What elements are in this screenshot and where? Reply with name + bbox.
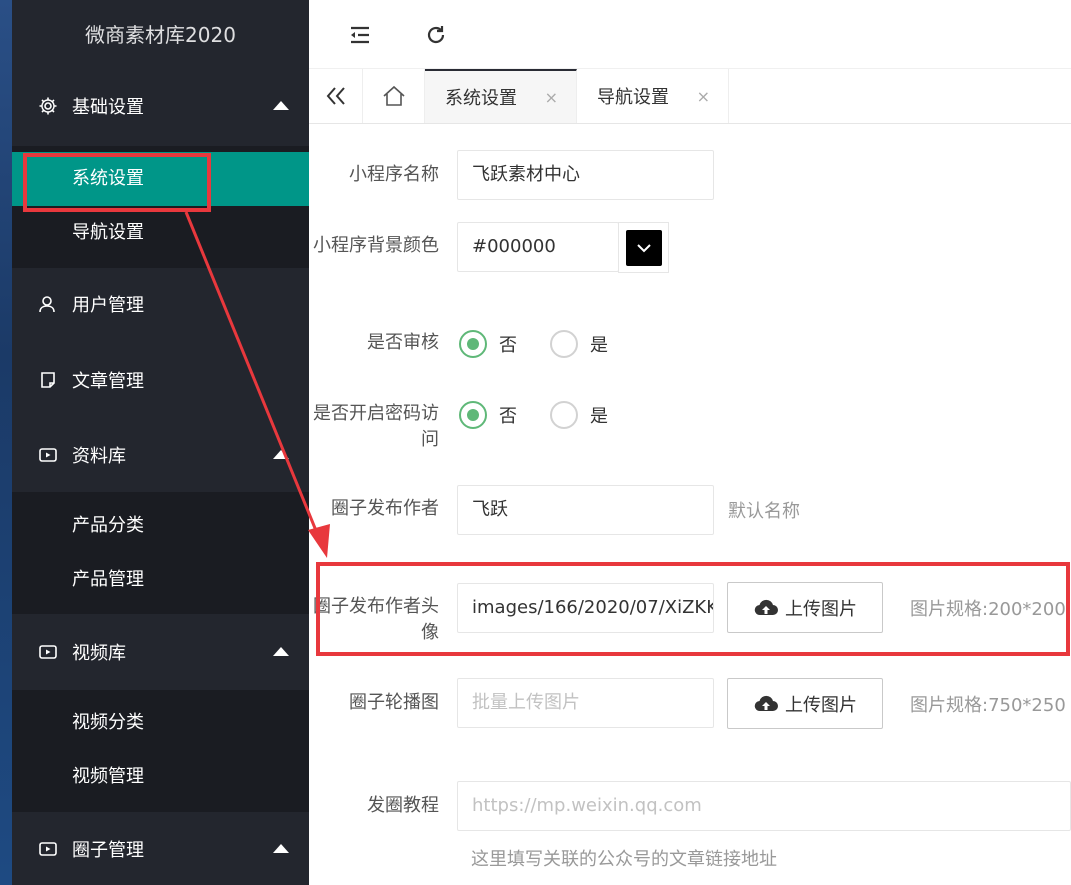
author-label: 圈子发布作者 [331,498,439,519]
sidebar-group-label: 圈子管理 [72,840,144,861]
cloud-upload-icon [753,694,779,714]
close-icon[interactable]: × [545,88,558,107]
sidebar-item-nav-settings[interactable]: 导航设置 [12,206,309,260]
color-picker-button[interactable] [618,222,669,273]
tab-system-settings[interactable]: 系统设置 × [425,69,577,123]
play-icon [38,642,58,662]
sidebar-group-material-library[interactable]: 资料库 [12,427,309,483]
play-icon [38,445,58,465]
sidebar-item-system-settings[interactable]: 系统设置 [12,152,309,206]
author-avatar-label: 圈子发布作者头像 [313,596,439,643]
app-name-input[interactable]: 飞跃素材中心 [457,150,714,200]
tutorial-hint: 这里填写关联的公众号的文章链接地址 [471,849,777,870]
carousel-input[interactable]: 批量上传图片 [457,678,714,728]
sidebar-group-label: 文章管理 [72,371,144,392]
avatar-upload-button[interactable]: 上传图片 [727,582,883,633]
sidebar: 微商素材库2020 基础设置 系统设置 导航设置 用户管理 文章管理 资料库 产… [12,0,309,885]
double-chevron-left-icon[interactable] [309,69,363,123]
author-input[interactable]: 飞跃 [457,485,714,535]
carousel-upload-button[interactable]: 上传图片 [727,678,883,729]
caret-up-icon [273,844,289,853]
bg-color-input[interactable]: #000000 [457,222,619,272]
radio-circle [550,330,578,358]
app-name-label: 小程序名称 [349,164,439,185]
sidebar-item-video-management[interactable]: 视频管理 [12,750,309,804]
sidebar-item-product-management[interactable]: 产品管理 [12,553,309,607]
radio-label: 否 [499,406,517,427]
carousel-size-hint: 图片规格:750*250 [910,695,1066,716]
sidebar-group-video-library[interactable]: 视频库 [12,624,309,680]
avatar-size-hint: 图片规格:200*200 [910,599,1066,620]
review-label: 是否审核 [367,332,439,353]
sidebar-item-product-category[interactable]: 产品分类 [12,499,309,553]
caret-up-icon [273,101,289,110]
radio-label: 是 [590,335,608,356]
sidebar-group-label: 基础设置 [72,97,144,118]
article-icon [38,370,58,390]
sidebar-group-circle-management[interactable]: 圈子管理 [12,821,309,877]
home-icon[interactable] [363,69,425,123]
author-avatar-input[interactable]: images/166/2020/07/XiZKK5 [457,583,714,633]
radio-circle [550,401,578,429]
menu-fold-icon[interactable] [347,22,373,48]
tab-bar: 系统设置 × 导航设置 × [309,69,1071,124]
tutorial-label: 发圈教程 [367,795,439,816]
sidebar-submenu-material: 产品分类 产品管理 [12,492,309,614]
user-icon [38,294,58,314]
sidebar-group-label: 视频库 [72,643,126,664]
review-radio-no[interactable]: 否 [459,330,517,358]
sidebar-group-basic-settings[interactable]: 基础设置 [12,78,309,134]
app-logo: 微商素材库2020 [12,0,309,70]
review-radio-yes[interactable]: 是 [550,330,608,358]
carousel-label: 圈子轮播图 [349,692,439,713]
radio-circle [459,401,487,429]
cloud-upload-icon [753,598,779,618]
chevron-down-icon [625,229,662,266]
radio-label: 是 [590,406,608,427]
sidebar-group-label: 资料库 [72,446,126,467]
password-radio-no[interactable]: 否 [459,401,517,429]
radio-label: 否 [499,335,517,356]
password-radio-yes[interactable]: 是 [550,401,608,429]
refresh-icon[interactable] [423,22,449,48]
bg-color-label: 小程序背景颜色 [313,235,439,256]
sidebar-group-user-management[interactable]: 用户管理 [12,276,309,332]
desktop-background [0,0,12,885]
password-access-label: 是否开启密码访问 [313,403,439,450]
caret-up-icon [273,647,289,656]
tab-nav-settings[interactable]: 导航设置 × [577,69,729,123]
sidebar-item-video-category[interactable]: 视频分类 [12,696,309,750]
sidebar-submenu-video: 视频分类 视频管理 [12,690,309,812]
tutorial-url-input[interactable]: https://mp.weixin.qq.com [457,781,1071,831]
play-icon [38,839,58,859]
close-icon[interactable]: × [697,87,710,106]
radio-circle [459,330,487,358]
sidebar-submenu-basic: 系统设置 导航设置 [12,146,309,268]
sidebar-group-article-management[interactable]: 文章管理 [12,352,309,408]
sidebar-group-label: 用户管理 [72,295,144,316]
caret-up-icon [273,450,289,459]
top-header [309,0,1071,69]
gear-icon [38,96,58,116]
author-hint: 默认名称 [728,501,800,522]
